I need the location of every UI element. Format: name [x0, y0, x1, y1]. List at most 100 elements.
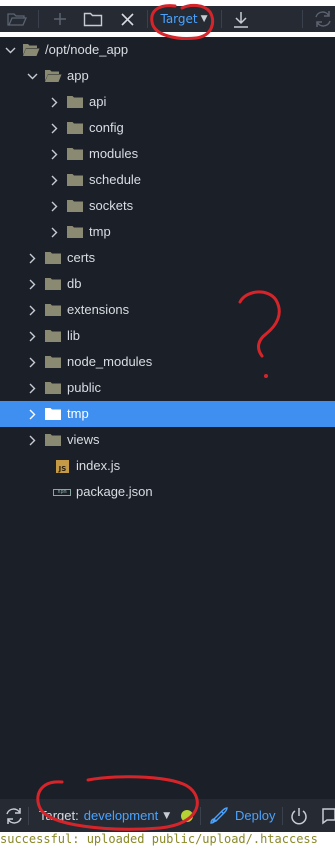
- chevron-right-icon[interactable]: [48, 167, 60, 193]
- chat-icon[interactable]: [322, 799, 335, 832]
- folder-icon: [44, 276, 62, 292]
- tree-item[interactable]: lib: [0, 323, 335, 349]
- folder-icon: [44, 406, 62, 422]
- rocket-icon: [210, 806, 228, 824]
- chevron-right-icon[interactable]: [48, 115, 60, 141]
- tree-item[interactable]: config: [0, 115, 335, 141]
- tree-item-label: app: [67, 68, 89, 83]
- target-selector-prefix: Target:: [39, 808, 79, 823]
- folder-open-icon: [22, 42, 40, 58]
- chevron-right-icon[interactable]: [26, 323, 38, 349]
- toolbar-divider: [147, 10, 148, 28]
- folder-icon: [66, 120, 84, 136]
- tree-item-label: schedule: [89, 172, 142, 187]
- folder-icon: [44, 354, 62, 370]
- tree-item[interactable]: node_modules: [0, 349, 335, 375]
- tree-item-label: index.js: [76, 458, 121, 473]
- close-icon[interactable]: [116, 6, 138, 32]
- tree-item[interactable]: db: [0, 271, 335, 297]
- npm-file-icon: npm: [53, 489, 71, 496]
- new-folder-icon[interactable]: [81, 6, 105, 32]
- chevron-right-icon[interactable]: [48, 193, 60, 219]
- tree-item[interactable]: schedule: [0, 167, 335, 193]
- folder-icon: [66, 146, 84, 162]
- file-tree: /opt/node_appapp api config modules schedule…: [0, 37, 335, 799]
- target-selector[interactable]: Target: development ▼: [39, 799, 170, 832]
- folder-icon: [44, 432, 62, 448]
- tree-item[interactable]: npm package.json: [0, 479, 335, 505]
- folder-icon: [44, 302, 62, 318]
- tree-item-label: modules: [89, 146, 139, 161]
- status-bar: Target: development ▼ Deploy: [0, 799, 335, 832]
- tree-item-label: certs: [67, 250, 96, 265]
- status-divider: [282, 807, 283, 825]
- chevron-right-icon[interactable]: [48, 141, 60, 167]
- deploy-button[interactable]: Deploy: [210, 799, 275, 832]
- chevron-right-icon[interactable]: [26, 427, 38, 453]
- tree-item[interactable]: JS index.js: [0, 453, 335, 479]
- tree-item-label: tmp: [67, 406, 89, 421]
- tree-item-label: lib: [67, 328, 81, 343]
- sync-icon[interactable]: [4, 799, 24, 832]
- toolbar-divider: [302, 10, 303, 28]
- caret-down-icon: ▼: [200, 14, 208, 24]
- tree-item-label: /opt/node_app: [45, 42, 129, 57]
- tree-item[interactable]: extensions: [0, 297, 335, 323]
- chevron-right-icon[interactable]: [26, 375, 38, 401]
- tree-item-label: node_modules: [67, 354, 153, 369]
- log-output-line: successful: uploaded public/upload/.htac…: [0, 832, 335, 852]
- tree-item-label: extensions: [67, 302, 130, 317]
- deploy-label: Deploy: [235, 808, 276, 823]
- tree-item-label: tmp: [89, 224, 111, 239]
- toolbar-divider: [221, 10, 222, 28]
- tree-item-label: config: [89, 120, 124, 135]
- folder-icon: [44, 328, 62, 344]
- chevron-right-icon[interactable]: [26, 245, 38, 271]
- open-folder-icon[interactable]: [4, 6, 30, 32]
- tree-item[interactable]: views: [0, 427, 335, 453]
- tree-item[interactable]: certs: [0, 245, 335, 271]
- chevron-right-icon[interactable]: [26, 349, 38, 375]
- tree-item[interactable]: modules: [0, 141, 335, 167]
- chevron-down-icon[interactable]: [4, 37, 16, 63]
- tree-item-label: sockets: [89, 198, 134, 213]
- status-divider: [200, 807, 201, 825]
- download-icon[interactable]: [230, 6, 252, 32]
- tree-item-label: public: [67, 380, 101, 395]
- tree-item-label: views: [67, 432, 100, 447]
- status-dot-icon: [181, 799, 193, 832]
- tree-item[interactable]: app: [0, 63, 335, 89]
- tree-item[interactable]: /opt/node_app: [0, 37, 335, 63]
- caret-down-icon: ▼: [163, 810, 171, 821]
- chevron-right-icon[interactable]: [26, 401, 38, 427]
- tree-item-label: package.json: [76, 484, 153, 499]
- folder-icon: [66, 172, 84, 188]
- refresh-icon[interactable]: [311, 6, 335, 32]
- power-icon[interactable]: [290, 799, 308, 832]
- folder-icon: [44, 380, 62, 396]
- status-divider: [28, 807, 29, 825]
- folder-icon: [66, 94, 84, 110]
- chevron-right-icon[interactable]: [48, 89, 60, 115]
- tree-item[interactable]: tmp: [0, 401, 335, 427]
- tree-item[interactable]: tmp: [0, 219, 335, 245]
- tree-item[interactable]: public: [0, 375, 335, 401]
- chevron-down-icon[interactable]: [26, 63, 38, 89]
- chevron-right-icon[interactable]: [26, 271, 38, 297]
- javascript-file-icon: JS: [56, 460, 69, 473]
- toolbar: Target ▼: [0, 0, 335, 40]
- folder-icon: [66, 198, 84, 214]
- folder-icon: [44, 250, 62, 266]
- tree-item-label: db: [67, 276, 82, 291]
- tree-item-label: api: [89, 94, 107, 109]
- folder-icon: [66, 224, 84, 240]
- add-icon[interactable]: [49, 6, 71, 32]
- toolbar-divider: [38, 10, 39, 28]
- target-selector-value: development: [83, 808, 159, 823]
- chevron-right-icon[interactable]: [48, 219, 60, 245]
- tree-item[interactable]: sockets: [0, 193, 335, 219]
- chevron-right-icon[interactable]: [26, 297, 38, 323]
- folder-open-icon: [44, 68, 62, 84]
- tree-item[interactable]: api: [0, 89, 335, 115]
- target-dropdown[interactable]: Target ▼: [156, 6, 212, 32]
